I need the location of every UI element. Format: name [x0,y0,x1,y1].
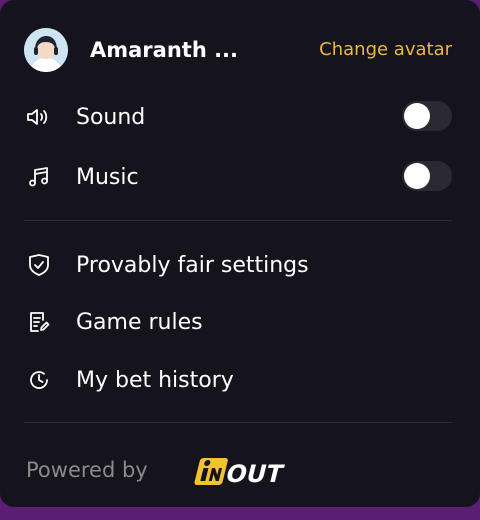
username: Amaranth ... [90,38,239,62]
menu-item-game-rules[interactable]: Game rules [24,302,454,342]
user-avatar[interactable] [24,28,68,72]
powered-by-text: Powered by [26,458,148,482]
settings-menu-panel: Amaranth ... Change avatar Sound Music P… [0,0,480,507]
svg-text:OUT: OUT [223,459,287,488]
document-edit-icon [24,307,54,337]
music-label: Music [76,164,139,190]
footer: Powered by OUT [26,452,326,492]
history-clock-icon [24,365,54,395]
menu-item-label: Provably fair settings [76,252,309,278]
menu-item-provably-fair[interactable]: Provably fair settings [24,245,454,285]
speaker-icon [24,102,54,132]
sound-toggle[interactable] [402,101,452,131]
menu-item-bet-history[interactable]: My bet history [24,360,454,400]
sound-label: Sound [76,104,146,130]
inout-logo: OUT [190,452,306,494]
change-avatar-link[interactable]: Change avatar [319,39,452,60]
shield-check-icon [24,250,54,280]
divider [24,220,452,221]
music-setting-row: Music [24,157,454,197]
music-toggle[interactable] [402,161,452,191]
sound-toggle-knob [404,103,430,129]
profile-header: Amaranth ... Change avatar [24,28,454,74]
music-toggle-knob [404,163,430,189]
menu-item-label: Game rules [76,309,203,335]
music-note-icon [24,162,54,192]
divider [24,422,452,423]
avatar-icon [24,28,68,72]
sound-setting-row: Sound [24,97,454,137]
menu-item-label: My bet history [76,367,234,393]
